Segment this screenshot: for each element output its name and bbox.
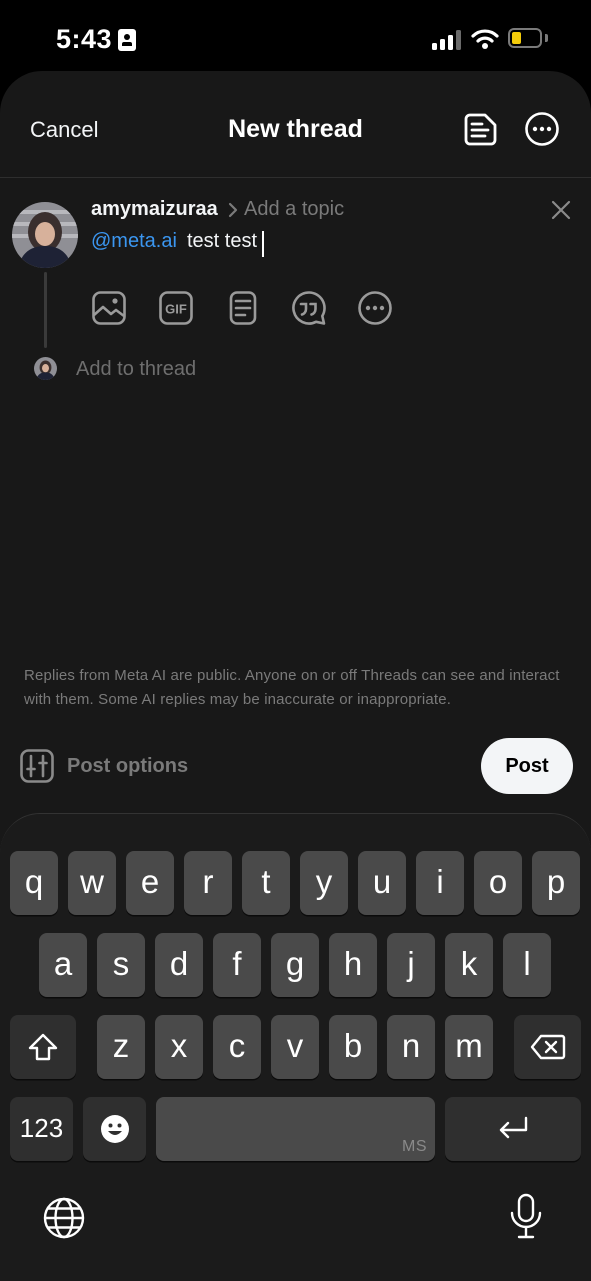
signal-icon — [432, 30, 462, 50]
id-card-icon — [118, 29, 136, 51]
key-r[interactable]: r — [184, 851, 232, 915]
key-l[interactable]: l — [503, 933, 551, 997]
key-x[interactable]: x — [155, 1015, 203, 1079]
key-m[interactable]: m — [445, 1015, 493, 1079]
backspace-icon — [530, 1034, 565, 1060]
small-avatar — [34, 357, 57, 380]
page-title: New thread — [228, 115, 363, 143]
key-i[interactable]: i — [416, 851, 464, 915]
quote-icon[interactable] — [291, 290, 327, 326]
close-icon[interactable] — [549, 198, 573, 222]
return-key[interactable] — [445, 1097, 581, 1161]
thread-text-input[interactable]: test test — [187, 230, 257, 253]
return-icon — [499, 1116, 528, 1139]
header-divider — [0, 177, 591, 178]
key-w[interactable]: w — [68, 851, 116, 915]
mention-tag[interactable]: @meta.ai — [91, 230, 177, 253]
text-cursor — [262, 231, 264, 257]
key-n[interactable]: n — [387, 1015, 435, 1079]
emoji-icon — [100, 1115, 129, 1143]
key-a[interactable]: a — [39, 933, 87, 997]
key-d[interactable]: d — [155, 933, 203, 997]
post-options-icon[interactable] — [20, 749, 54, 783]
battery-icon — [508, 28, 542, 48]
key-y[interactable]: y — [300, 851, 348, 915]
wifi-icon — [471, 29, 499, 49]
text-attachment-icon[interactable] — [225, 290, 261, 326]
emoji-key[interactable] — [83, 1097, 146, 1161]
meta-ai-notice: Replies from Meta AI are public. Anyone … — [24, 667, 560, 708]
shift-key[interactable] — [10, 1015, 76, 1079]
add-to-thread[interactable]: Add to thread — [76, 358, 196, 381]
key-v[interactable]: v — [271, 1015, 319, 1079]
numbers-key[interactable]: 123 — [10, 1097, 73, 1161]
battery-cap — [545, 34, 548, 42]
key-q[interactable]: q — [10, 851, 58, 915]
key-u[interactable]: u — [358, 851, 406, 915]
key-o[interactable]: o — [474, 851, 522, 915]
key-b[interactable]: b — [329, 1015, 377, 1079]
key-j[interactable]: j — [387, 933, 435, 997]
status-time: 5:43 — [56, 24, 113, 54]
add-topic-field[interactable]: Add a topic — [244, 198, 344, 221]
key-k[interactable]: k — [445, 933, 493, 997]
chevron-right-icon — [228, 202, 238, 218]
space-key[interactable]: MS — [156, 1097, 435, 1161]
key-c[interactable]: c — [213, 1015, 261, 1079]
key-f[interactable]: f — [213, 933, 261, 997]
key-h[interactable]: h — [329, 933, 377, 997]
drafts-icon[interactable] — [463, 111, 499, 147]
svg-text:GIF: GIF — [165, 302, 187, 317]
more-icon[interactable] — [524, 111, 560, 147]
key-p[interactable]: p — [532, 851, 580, 915]
more-options-icon[interactable] — [357, 290, 393, 326]
key-z[interactable]: z — [97, 1015, 145, 1079]
image-icon[interactable] — [91, 290, 127, 326]
input-language-hint: MS — [402, 1138, 427, 1155]
key-e[interactable]: e — [126, 851, 174, 915]
post-options-button[interactable]: Post options — [67, 755, 188, 778]
microphone-icon[interactable] — [509, 1193, 543, 1241]
key-t[interactable]: t — [242, 851, 290, 915]
key-s[interactable]: s — [97, 933, 145, 997]
gif-icon[interactable]: GIF — [158, 290, 194, 326]
shift-icon — [28, 1033, 58, 1061]
globe-icon[interactable] — [43, 1197, 85, 1239]
key-g[interactable]: g — [271, 933, 319, 997]
avatar[interactable] — [12, 202, 78, 268]
post-button[interactable]: Post — [481, 738, 573, 794]
thread-line — [44, 272, 47, 348]
username: amymaizuraa — [91, 198, 218, 220]
backspace-key[interactable] — [514, 1015, 581, 1079]
